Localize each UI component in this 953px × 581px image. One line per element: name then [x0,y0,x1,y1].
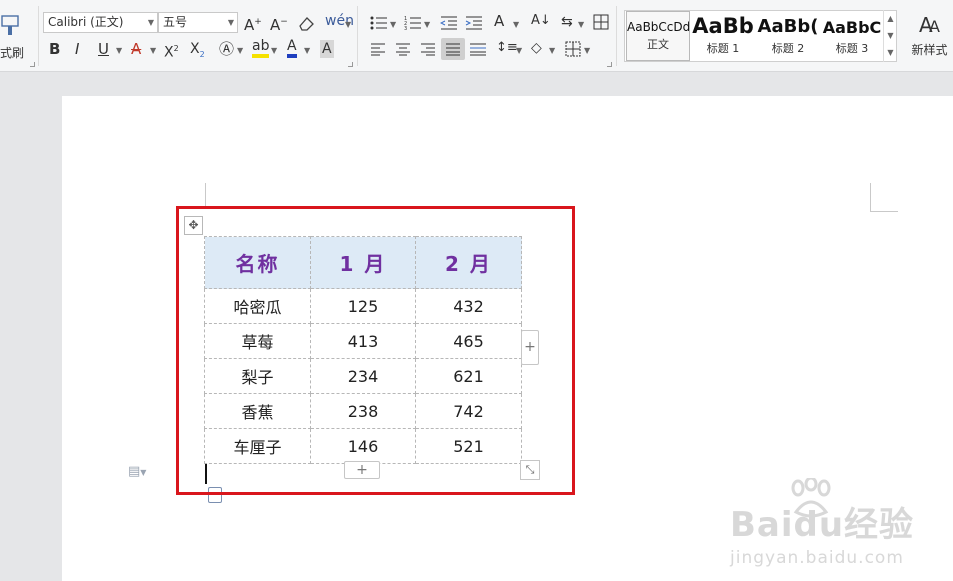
new-style-label: 新样式 [911,43,948,57]
bold-icon[interactable]: B [49,40,60,58]
numbering-icon[interactable]: 1 2 3 [404,15,422,31]
style-gallery: AaBbCcDd 正文 AaBb 标题 1 AaBb( 标题 2 AaBbC 标… [624,10,897,62]
shading-icon[interactable]: ◇ [531,39,542,57]
chevron-down-icon: ▼ [516,46,523,55]
chevron-down-icon: ▼ [304,46,311,55]
baidu-watermark: Baidu经验 jingyan.baidu.com [730,497,914,568]
svg-text:A: A [929,17,940,36]
align-justify-icon [446,43,460,56]
font-color-icon[interactable]: A [287,38,297,58]
svg-text:3: 3 [404,26,407,31]
align-center-icon[interactable] [395,42,411,56]
line-spacing-toggle-icon[interactable]: ⇆ [561,13,573,31]
chevron-down-icon: ▼ [237,46,244,55]
strikethrough-icon[interactable]: A [131,40,141,58]
chevron-down-icon: ▼ [345,20,352,29]
new-style-button[interactable]: A A 新样式 [906,12,953,58]
justify-button[interactable] [441,38,465,60]
font-size-value: 五号 [163,15,188,29]
style-normal[interactable]: AaBbCcDd 正文 [626,11,690,61]
annotation-highlight-box [176,206,575,495]
style-name: 标题 1 [706,42,740,55]
highlight-icon[interactable]: ab [252,38,270,58]
underline-icon[interactable]: U [98,40,109,58]
increase-indent-icon[interactable] [465,15,483,31]
grow-font-icon[interactable]: A+ [244,13,262,34]
style-heading-2[interactable]: AaBb( 标题 2 [756,11,820,61]
chevron-down-icon: ▼ [390,20,397,29]
decrease-indent-icon[interactable] [440,15,458,31]
align-right-icon[interactable] [420,42,436,56]
chevron-down-icon: ▼ [227,18,234,27]
subscript-icon[interactable]: X2 [190,40,205,64]
chevron-down-icon: ▼ [271,46,278,55]
chevron-down-icon: ▼ [549,46,556,55]
superscript-icon[interactable]: X2 [164,40,179,62]
chevron-down-icon: ▼ [513,20,520,29]
separator [616,6,617,66]
style-sample: AaBb [692,14,754,38]
chevron-down-icon: ▼ [584,46,591,55]
style-heading-3[interactable]: AaBbC 标题 3 [821,11,883,61]
shrink-font-icon[interactable]: A− [270,13,288,34]
distributed-align-icon[interactable] [469,42,487,56]
style-heading-1[interactable]: AaBb 标题 1 [691,11,755,61]
watermark-sub: jingyan.baidu.com [730,548,904,568]
new-style-icon: A A [919,13,940,37]
style-name: 标题 2 [771,42,805,55]
format-painter-icon [1,15,19,35]
font-name-combo[interactable]: Calibri (正文) ▼ [43,12,158,33]
scroll-up-icon[interactable]: ▲ [884,10,897,27]
chevron-down-icon: ▼ [424,20,431,29]
text-direction-icon[interactable]: A [494,12,504,30]
sort-icon[interactable]: A↓ [531,12,551,30]
style-name: 正文 [647,38,669,51]
style-name: 标题 3 [835,42,869,55]
watermark-main: Baidu经验 [730,505,915,545]
bullets-icon[interactable] [370,15,388,31]
italic-icon[interactable]: I [75,40,79,58]
char-shading-icon[interactable]: A [320,40,334,58]
gallery-expand-icon[interactable]: ▼ [884,44,897,61]
eraser-icon[interactable] [297,14,315,32]
format-painter-label: 格式刷 [0,46,25,60]
font-name-value: Calibri (正文) [48,15,124,29]
chevron-down-icon: ▼ [150,46,157,55]
style-sample: AaBbC [822,18,882,37]
margin-marker-top-right [870,183,898,212]
paragraph-group-launcher[interactable] [607,62,612,67]
table-grid-icon[interactable] [593,14,609,30]
style-gallery-scroll[interactable]: ▲ ▼ ▼ [883,10,897,62]
align-left-icon[interactable] [370,42,386,56]
margin-marker-top-left [205,183,206,207]
style-sample: AaBb( [757,16,819,37]
line-spacing-icon[interactable]: ↕≡ [496,39,518,57]
borders-icon[interactable] [565,41,581,57]
font-size-combo[interactable]: 五号 ▼ [158,12,238,33]
style-sample: AaBbCcDd [627,20,689,34]
chevron-down-icon: ▼ [578,20,585,29]
scroll-down-icon[interactable]: ▼ [884,27,897,44]
ribbon-toolbar: 格式刷 Calibri (正文) ▼ 五号 ▼ A+ A− wén ▼ B I … [0,0,953,72]
chevron-down-icon: ▼ [116,46,123,55]
font-group-launcher[interactable] [348,62,353,67]
chevron-down-icon: ▼ [147,18,154,27]
separator [357,6,358,66]
separator [38,6,39,66]
clipboard-group-launcher[interactable] [30,62,35,67]
text-effect-icon[interactable]: Ⓐ [219,40,234,58]
paragraph-options-icon[interactable]: ▤▼ [128,464,146,479]
